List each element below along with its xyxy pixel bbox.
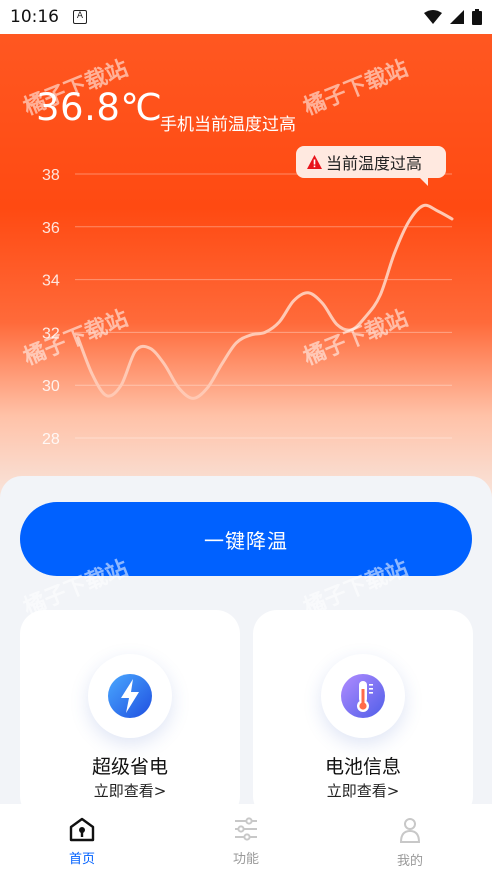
battery-info-icon-wrap bbox=[321, 654, 405, 738]
tab-home-label: 首页 bbox=[68, 852, 95, 867]
y-tick-label: 34 bbox=[42, 273, 60, 290]
battery-info-title: 电池信息 bbox=[324, 756, 401, 778]
y-tick-label: 30 bbox=[42, 378, 60, 395]
lightning-icon bbox=[108, 674, 152, 718]
wifi-icon bbox=[424, 10, 442, 24]
sliders-icon bbox=[235, 817, 257, 841]
y-tick-label: 38 bbox=[42, 167, 60, 184]
notification-icon: A bbox=[73, 10, 87, 24]
tab-profile[interactable]: 我的 bbox=[328, 804, 492, 876]
y-tick-label: 36 bbox=[42, 220, 60, 237]
y-tick-label: 28 bbox=[42, 431, 60, 448]
high-temp-tooltip: 当前温度过高 bbox=[296, 146, 446, 186]
battery-info-link[interactable]: 立即查看> bbox=[253, 780, 473, 801]
home-icon bbox=[69, 817, 95, 842]
cool-down-button[interactable]: 一键降温 bbox=[20, 502, 472, 576]
status-bar: 10:16 A bbox=[0, 0, 492, 34]
bottom-tab-bar: 首页 功能 我的 bbox=[0, 804, 492, 876]
tab-profile-label: 我的 bbox=[396, 854, 423, 869]
battery-icon bbox=[472, 9, 482, 25]
person-icon bbox=[399, 818, 421, 843]
y-tick-label: 32 bbox=[42, 325, 60, 342]
power-saving-icon-wrap bbox=[88, 654, 172, 738]
status-time: 10:16 bbox=[10, 7, 59, 27]
thermometer-icon bbox=[341, 674, 385, 718]
power-saving-title: 超级省电 bbox=[91, 756, 168, 778]
tab-features-label: 功能 bbox=[232, 852, 259, 867]
tooltip-text: 当前温度过高 bbox=[326, 154, 423, 173]
temperature-status: 手机当前温度过高 bbox=[160, 115, 296, 135]
tab-home[interactable]: 首页 bbox=[0, 804, 164, 876]
power-saving-link[interactable]: 立即查看> bbox=[20, 780, 240, 801]
warning-icon bbox=[307, 155, 322, 169]
tab-features[interactable]: 功能 bbox=[164, 804, 328, 876]
signal-icon bbox=[450, 10, 464, 24]
temperature-line bbox=[76, 203, 454, 400]
current-temperature: 36.8℃ bbox=[36, 86, 163, 129]
battery-info-card[interactable]: 电池信息 立即查看> bbox=[253, 610, 473, 820]
temperature-chart: 38 36 34 32 30 28 bbox=[42, 167, 454, 448]
power-saving-card[interactable]: 超级省电 立即查看> bbox=[20, 610, 240, 820]
